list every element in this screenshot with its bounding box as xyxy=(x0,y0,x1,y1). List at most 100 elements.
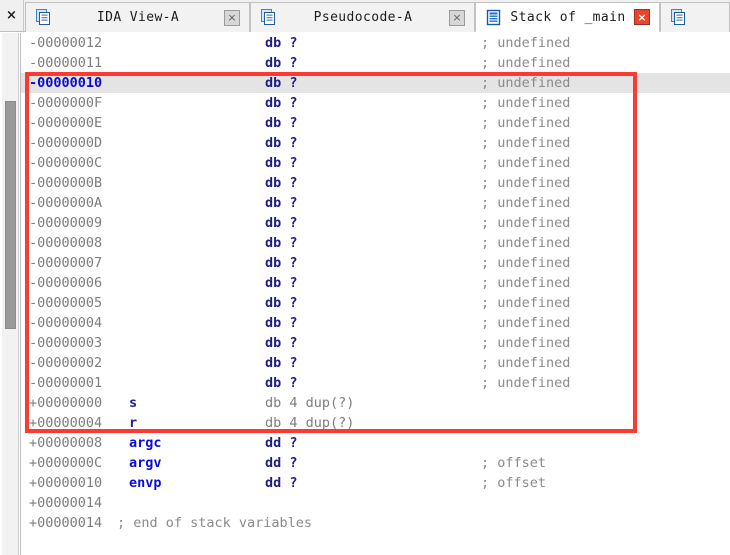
row-directive: db 4 dup(?) xyxy=(265,415,355,431)
listing-row[interactable]: -0000000E db ? ; undefined xyxy=(21,113,730,133)
row-comment: ; undefined xyxy=(481,255,571,271)
row-comment: ; undefined xyxy=(481,375,571,391)
row-directive: db ? xyxy=(265,55,298,71)
row-comment: ; undefined xyxy=(481,315,571,331)
tab-close-icon[interactable]: × xyxy=(224,9,240,26)
row-address: +00000014 xyxy=(29,495,103,511)
row-inline-comment: ; end of stack variables xyxy=(117,515,313,531)
listing-row[interactable]: +00000010 envp dd ? ; offset xyxy=(21,473,730,493)
row-address: +0000000C xyxy=(29,455,103,471)
row-address: +00000000 xyxy=(29,395,103,411)
tab-partial[interactable] xyxy=(660,2,730,32)
vertical-scrollbar-thumb[interactable] xyxy=(5,101,16,329)
listing-row[interactable]: -00000001 db ? ; undefined xyxy=(21,373,730,393)
ida-stack-window: × IDA View-A × Pseudocode-A × Stack of _main… xyxy=(0,0,730,555)
row-address: -00000008 xyxy=(29,235,103,251)
listing-row[interactable]: -0000000B db ? ; undefined xyxy=(21,173,730,193)
listing-row[interactable]: -00000009 db ? ; undefined xyxy=(21,213,730,233)
row-directive: db ? xyxy=(265,95,298,111)
listing-row[interactable]: -00000007 db ? ; undefined xyxy=(21,253,730,273)
listing-row[interactable]: -0000000D db ? ; undefined xyxy=(21,133,730,153)
vertical-scrollbar[interactable] xyxy=(2,33,19,555)
stack-icon xyxy=(486,9,501,25)
close-all-tabs-button[interactable]: × xyxy=(0,0,24,31)
row-address: -0000000A xyxy=(29,195,103,211)
row-address: -00000006 xyxy=(29,275,103,291)
row-directive: db ? xyxy=(265,275,298,291)
row-variable-name: argc xyxy=(129,435,162,451)
row-comment: ; offset xyxy=(481,455,547,471)
row-address: +00000008 xyxy=(29,435,103,451)
listing-row[interactable]: +00000014 xyxy=(21,493,730,513)
row-address: -00000003 xyxy=(29,335,103,351)
row-comment: ; undefined xyxy=(481,215,571,231)
document-icon xyxy=(261,9,275,25)
listing-row[interactable]: +00000004 r db 4 dup(?) xyxy=(21,413,730,433)
row-directive: db ? xyxy=(265,295,298,311)
row-directive: db ? xyxy=(265,35,298,51)
document-icon xyxy=(671,9,685,25)
listing-row[interactable]: -0000000C db ? ; undefined xyxy=(21,153,730,173)
listing-row[interactable]: -00000008 db ? ; undefined xyxy=(21,233,730,253)
row-comment: ; undefined xyxy=(481,135,571,151)
row-address: -0000000B xyxy=(29,175,103,191)
stack-variables-listing[interactable]: -00000012 db ? ; undefined -00000011 db ? ; u… xyxy=(20,33,730,555)
tab-pseudocode-a[interactable]: Pseudocode-A × xyxy=(250,2,475,32)
row-address: -00000004 xyxy=(29,315,103,331)
listing-row[interactable]: -00000002 db ? ; undefined xyxy=(21,353,730,373)
row-address: -00000011 xyxy=(29,55,103,71)
row-address: -00000009 xyxy=(29,215,103,231)
row-address: -0000000F xyxy=(29,95,103,111)
row-address: -00000001 xyxy=(29,375,103,391)
tab-ida-view-a[interactable]: IDA View-A × xyxy=(25,2,250,32)
row-variable-name: envp xyxy=(129,475,162,491)
row-comment: ; undefined xyxy=(481,175,571,191)
listing-row[interactable]: -00000012 db ? ; undefined xyxy=(21,33,730,53)
row-variable-name: r xyxy=(129,415,138,431)
row-address: -00000010 xyxy=(29,75,103,91)
listing-row[interactable]: -0000000F db ? ; undefined xyxy=(21,93,730,113)
listing-row[interactable]: -00000003 db ? ; undefined xyxy=(21,333,730,353)
row-address: +00000010 xyxy=(29,475,103,491)
tab-stack-of-main[interactable]: Stack of _main × xyxy=(475,2,660,32)
tab-close-icon[interactable]: × xyxy=(634,9,650,25)
row-comment: ; undefined xyxy=(481,335,571,351)
tab-label: Stack of _main xyxy=(510,9,626,25)
row-comment: ; undefined xyxy=(481,35,571,51)
row-directive: db ? xyxy=(265,315,298,331)
row-comment: ; undefined xyxy=(481,115,571,131)
row-address: -00000012 xyxy=(29,35,103,51)
tab-label: Pseudocode-A xyxy=(313,10,413,25)
row-address: -0000000C xyxy=(29,155,103,171)
row-directive: db ? xyxy=(265,135,298,151)
listing-row[interactable]: -00000011 db ? ; undefined xyxy=(21,53,730,73)
listing-row[interactable]: +00000000 s db 4 dup(?) xyxy=(21,393,730,413)
listing-row[interactable]: -00000005 db ? ; undefined xyxy=(21,293,730,313)
row-address: -0000000D xyxy=(29,135,103,151)
row-directive: db ? xyxy=(265,215,298,231)
listing-row[interactable]: -0000000A db ? ; undefined xyxy=(21,193,730,213)
listing-row[interactable]: -00000004 db ? ; undefined xyxy=(21,313,730,333)
listing-row[interactable]: -00000010 db ? ; undefined xyxy=(21,73,730,93)
row-comment: ; undefined xyxy=(481,275,571,291)
row-comment: ; undefined xyxy=(481,355,571,371)
row-address: -00000002 xyxy=(29,355,103,371)
row-directive: db ? xyxy=(265,255,298,271)
row-address: -00000007 xyxy=(29,255,103,271)
row-directive: db ? xyxy=(265,175,298,191)
row-directive: dd ? xyxy=(265,475,298,491)
row-comment: ; undefined xyxy=(481,95,571,111)
tab-bar: × IDA View-A × Pseudocode-A × Stack of _main… xyxy=(0,0,730,32)
row-directive: db 4 dup(?) xyxy=(265,395,355,411)
listing-row[interactable]: -00000006 db ? ; undefined xyxy=(21,273,730,293)
tab-close-icon[interactable]: × xyxy=(449,9,465,26)
row-directive: dd ? xyxy=(265,455,298,471)
listing-row[interactable]: +00000008 argc dd ? xyxy=(21,433,730,453)
listing-row[interactable]: +0000000C argv dd ? ; offset xyxy=(21,453,730,473)
row-address: +00000014 xyxy=(29,515,103,531)
row-address: +00000004 xyxy=(29,415,103,431)
listing-row[interactable]: +00000014 ; end of stack variables xyxy=(21,513,730,533)
row-directive: db ? xyxy=(265,195,298,211)
row-address: -0000000E xyxy=(29,115,103,131)
row-comment: ; undefined xyxy=(481,235,571,251)
